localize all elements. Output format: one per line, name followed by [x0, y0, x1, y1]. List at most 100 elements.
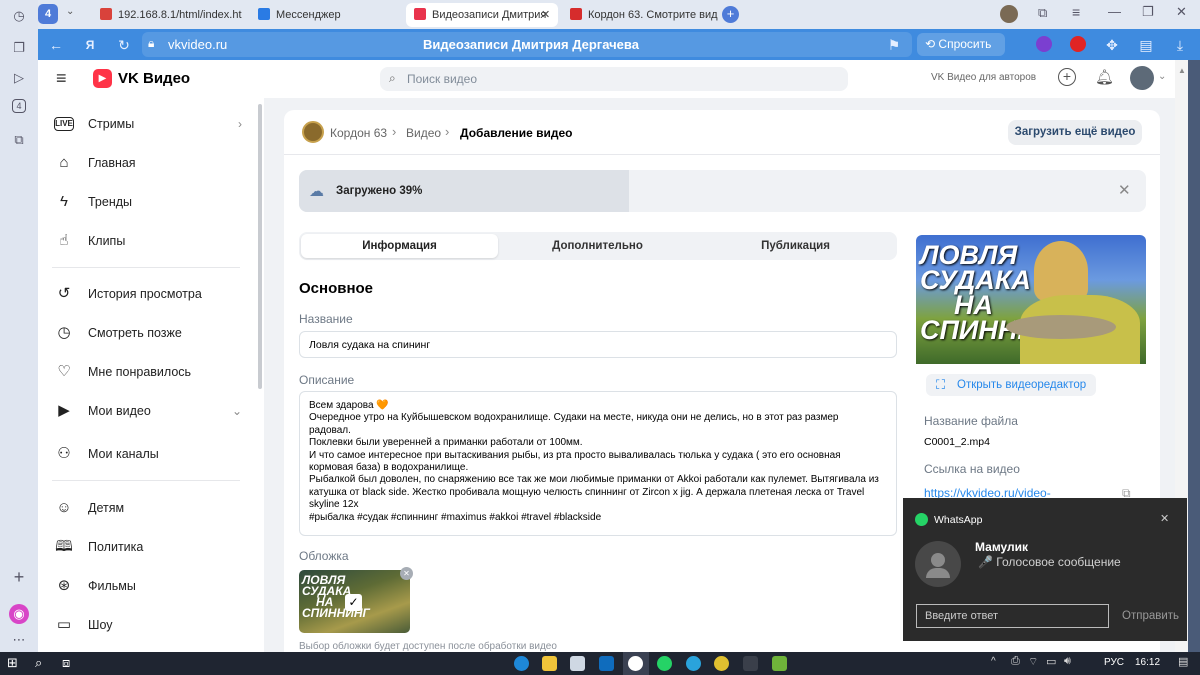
scroll-up-icon[interactable]: ▲ [1178, 66, 1186, 75]
record-extension-icon[interactable] [1070, 36, 1086, 52]
vk-video-logo-icon[interactable]: ▶ [93, 69, 112, 88]
reply-placeholder: Введите ответ [925, 610, 999, 622]
download-icon[interactable]: ⤓ [1170, 35, 1190, 55]
alice-icon[interactable]: ◉ [9, 604, 29, 624]
add-icon[interactable]: + [1058, 68, 1076, 86]
upload-more-button[interactable]: Загрузить ещё видео [1008, 120, 1142, 145]
minimize-icon[interactable]: — [1108, 4, 1121, 19]
clock[interactable]: 16:12 [1135, 657, 1160, 668]
video-icon[interactable]: ▷ [9, 68, 29, 88]
user-avatar[interactable] [1130, 66, 1154, 90]
tabs-count-icon[interactable]: 4 [12, 99, 26, 113]
whatsapp-notification[interactable]: WhatsApp ✕ Мамулик 🎤 Голосовое сообщение… [903, 498, 1187, 641]
volume-icon[interactable]: 🔊︎ [1064, 655, 1071, 668]
panel-settings-icon[interactable]: ⋯ [9, 630, 29, 650]
reader-icon[interactable]: ▤ [1136, 35, 1156, 55]
whatsapp-taskbar-icon[interactable] [657, 656, 672, 671]
sidebar-item-label: Мои каналы [88, 447, 159, 461]
wifi-icon[interactable]: ⌔ [1028, 655, 1038, 669]
extension-icon[interactable] [1036, 36, 1052, 52]
logo-text[interactable]: VK Видео [118, 70, 190, 87]
tray-chevron-icon[interactable]: ^ [991, 656, 996, 667]
language-indicator[interactable]: РУС [1104, 657, 1124, 668]
screenshot-icon[interactable]: ⧉ [9, 130, 29, 150]
editor-icon: ⛶ [936, 377, 946, 392]
edge-icon[interactable] [514, 656, 529, 671]
tab-vkvideo[interactable]: Видеозаписи Дмитрия [406, 3, 558, 27]
sidebar-item-my-channels[interactable]: ⚇ Мои каналы [54, 442, 244, 466]
name-input[interactable]: Ловля судака на спининг [299, 331, 897, 358]
notion-icon[interactable] [743, 656, 758, 671]
bell-icon[interactable]: 🔔︎ [1095, 68, 1114, 86]
telegram-icon[interactable] [686, 656, 701, 671]
sidebar-item-politics[interactable]: 🕮 Политика [54, 535, 244, 559]
authors-link[interactable]: VK Видео для авторов [931, 72, 1036, 83]
notification-center-icon[interactable]: ▤ [1178, 655, 1188, 668]
collections-icon[interactable]: ❐ [9, 38, 29, 58]
video-preview[interactable]: ЛОВЛЯ СУДАКА НА СПИННИНГ [916, 235, 1146, 364]
nvidia-icon[interactable] [772, 656, 787, 671]
remove-cover-icon[interactable]: ✕ [400, 567, 413, 580]
sidebar-item-streams[interactable]: LIVE Стримы › [54, 112, 244, 136]
sidebar-scrollbar[interactable] [258, 104, 262, 389]
store-icon[interactable] [570, 656, 585, 671]
search-icon[interactable]: ⌕ [35, 655, 42, 671]
channel-avatar[interactable] [302, 121, 324, 143]
description-textarea[interactable]: Всем здарова 🧡 Очередное утро на Куйбыше… [299, 391, 897, 536]
send-button[interactable]: Отправить [1122, 610, 1179, 622]
puzzle-icon[interactable]: ✥ [1102, 35, 1122, 55]
chevron-down-icon[interactable]: ⌄ [66, 6, 74, 17]
search-box[interactable]: ⌕ Поиск видео [380, 67, 848, 91]
ask-button[interactable]: ⟲ Спросить [917, 33, 1005, 56]
sun-app-icon[interactable] [714, 656, 729, 671]
tab-router[interactable]: 192.168.8.1/html/index.ht [92, 3, 242, 27]
bookmark-icon[interactable]: ⚑ [884, 35, 904, 55]
mic-icon[interactable]: ⎙ [1011, 655, 1020, 668]
close-icon[interactable]: ✕ [1160, 512, 1169, 525]
close-window-icon[interactable]: ✕ [1176, 4, 1187, 20]
new-tab-icon[interactable]: + [722, 6, 739, 23]
sidebar-item-kids[interactable]: ☺ Детям [54, 496, 244, 520]
sidebar-item-trends[interactable]: ϟ Тренды [54, 190, 244, 214]
sidebar-item-show[interactable]: ▭ Шоу [54, 613, 244, 637]
sidebar-item-watch-later[interactable]: ◷ Смотреть позже [54, 321, 244, 345]
tab-messenger[interactable]: Мессенджер [250, 3, 400, 27]
sidebar-item-my-videos[interactable]: ▶ Мои видео ⌄ [54, 399, 244, 423]
outlook-icon[interactable] [599, 656, 614, 671]
add-panel-icon[interactable]: + [9, 567, 29, 587]
bookmarks-icon[interactable]: ⧉ [1038, 5, 1047, 21]
sidebar-item-home[interactable]: ⌂ Главная [54, 151, 244, 175]
breadcrumb-section[interactable]: Видео [406, 126, 441, 140]
history-icon[interactable]: ◷ [9, 6, 29, 26]
tab-kordon[interactable]: Кордон 63. Смотрите вид [562, 3, 722, 27]
hamburger-icon[interactable]: ≡ [56, 69, 67, 87]
history-icon: ↺ [57, 285, 71, 302]
chevron-down-icon[interactable]: ⌄ [1158, 71, 1166, 82]
task-view-icon[interactable]: ⧈ [62, 655, 70, 671]
restore-icon[interactable]: ❐ [1142, 4, 1154, 20]
close-icon[interactable]: ✕ [1118, 181, 1131, 199]
cover-thumbnail[interactable]: ЛОВЛЯ СУДАКА НА СПИННИНГ ✓ [299, 570, 410, 633]
sidebar-item-films[interactable]: ⊛ Фильмы [54, 574, 244, 598]
sidebar-item-clips[interactable]: ☝ Клипы [54, 229, 244, 253]
back-icon[interactable]: ← [46, 35, 66, 55]
sidebar-item-liked[interactable]: ♡ Мне понравилось [54, 360, 244, 384]
sidebar-item-history[interactable]: ↺ История просмотра [54, 282, 244, 306]
open-editor-button[interactable]: ⛶ Открыть видеоредактор [926, 374, 1096, 396]
page-title: Видеозаписи Дмитрия Дергачева [423, 37, 639, 52]
breadcrumb-channel[interactable]: Кордон 63 [330, 126, 387, 140]
tab-additional[interactable]: Дополнительно [499, 234, 696, 258]
profile-avatar[interactable] [1000, 5, 1018, 23]
windows-start-icon[interactable]: ⊞ [7, 656, 18, 670]
battery-icon[interactable]: ▭ [1046, 655, 1056, 668]
reply-input[interactable]: Введите ответ [916, 604, 1109, 628]
close-tab-icon[interactable]: ✕ [541, 8, 550, 21]
explorer-icon[interactable] [542, 656, 557, 671]
tabs-counter[interactable]: 4 [38, 4, 58, 24]
yandex-icon[interactable]: Я [80, 35, 100, 55]
tab-publication[interactable]: Публикация [697, 234, 894, 258]
tab-info[interactable]: Информация [301, 234, 498, 258]
menu-icon[interactable]: ≡ [1072, 4, 1080, 20]
taskbar-yandex-active[interactable] [623, 652, 649, 675]
reload-icon[interactable]: ↻ [114, 35, 134, 55]
